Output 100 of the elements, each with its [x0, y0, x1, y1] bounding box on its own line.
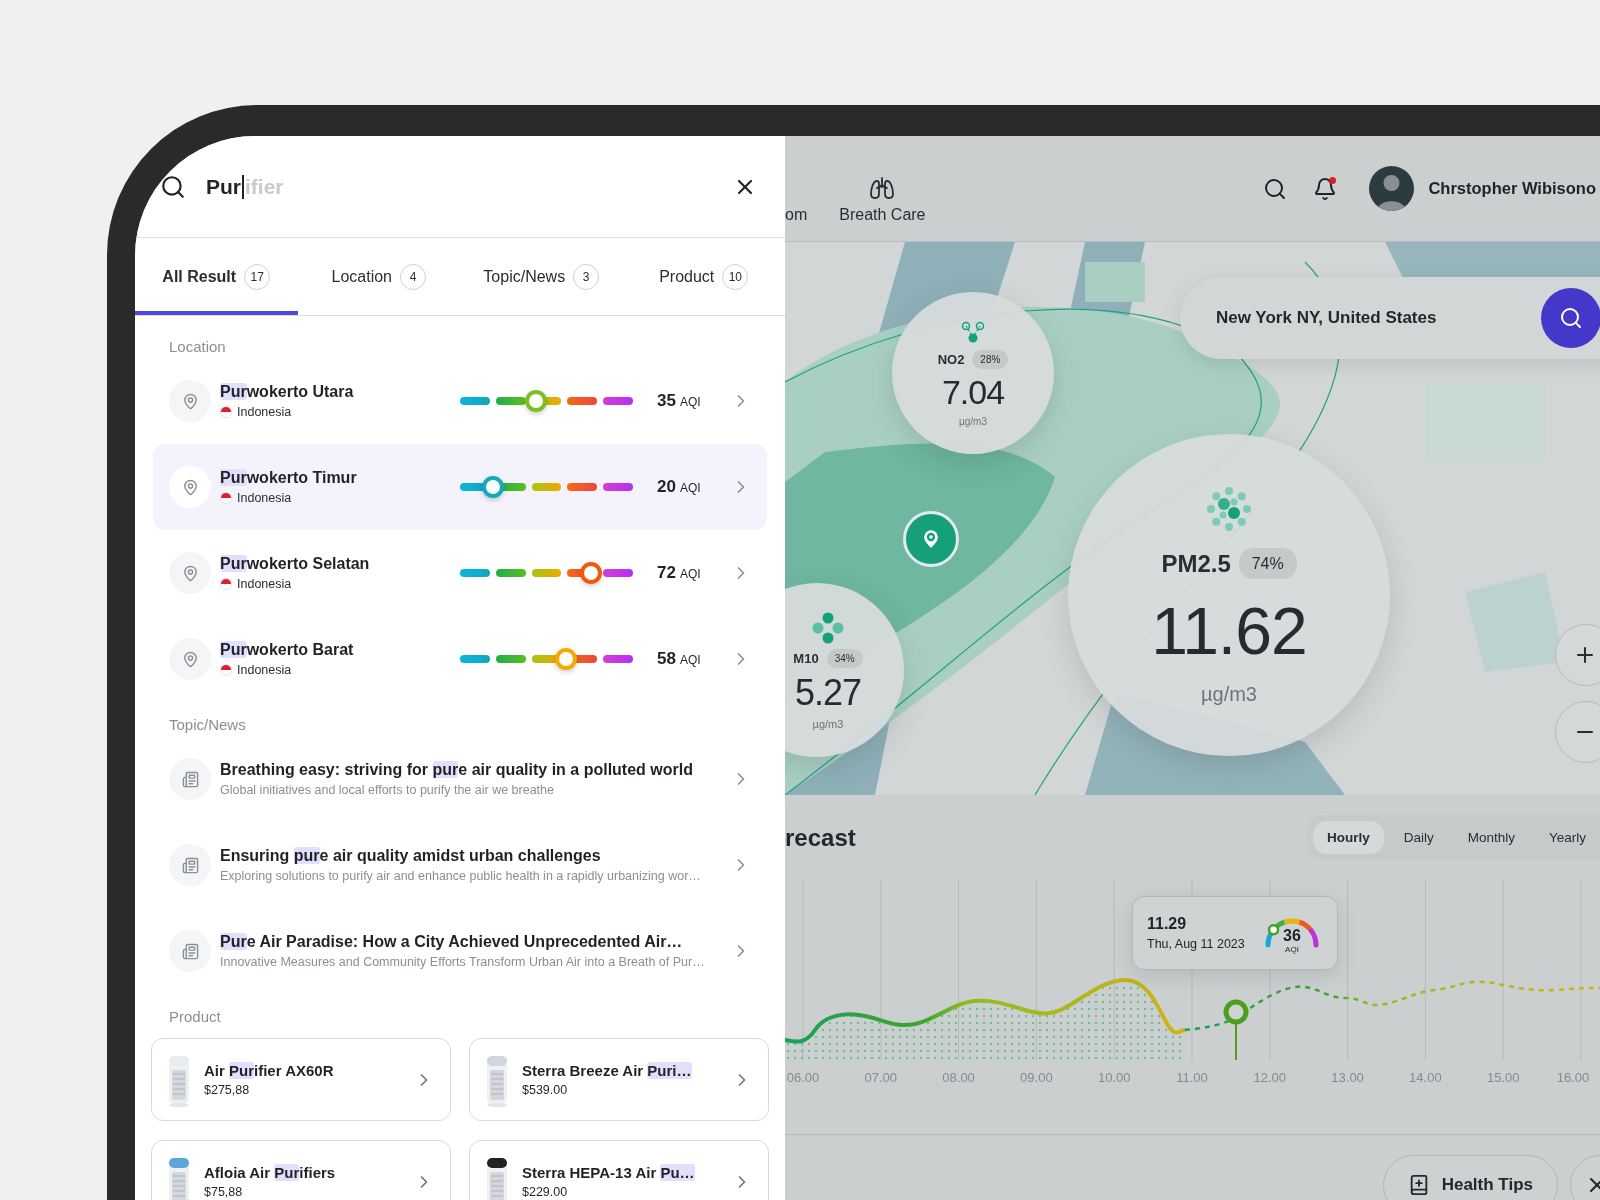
location-name: Purwokerto Selatan — [220, 555, 371, 573]
axis-label: 07.00 — [863, 1070, 899, 1085]
pollutant-name: PM2.5 — [1161, 549, 1231, 578]
aqi-value: 72 — [657, 563, 676, 583]
nav-item[interactable]: om — [785, 153, 808, 224]
period-tab[interactable]: Monthly — [1453, 821, 1529, 854]
period-tab[interactable]: Daily — [1389, 821, 1448, 854]
axis-label: 06.00 — [785, 1070, 821, 1085]
pollutant-unit: µg/m3 — [812, 717, 844, 730]
axis-label: 09.00 — [1019, 1070, 1054, 1085]
product-price: $275,88 — [204, 1083, 251, 1097]
aqi-unit: AQI — [1284, 945, 1300, 954]
aqi-unit: AQI — [679, 653, 701, 667]
aqi-value: 20 — [657, 477, 676, 497]
flag-icon — [220, 664, 232, 676]
product-price: $229.00 — [522, 1185, 569, 1199]
country-name: Indonesia — [237, 663, 292, 677]
location-result[interactable]: Purwokerto Timur Indonesia 20 AQI — [153, 444, 767, 530]
pin-icon — [181, 564, 199, 582]
pollutant-percent: 74% — [1238, 548, 1297, 579]
product-name: Air Purifier AX60R — [204, 1062, 335, 1079]
news-result[interactable]: Pure Air Paradise: How a City Achieved Unprecedented Air… Innovative Measures and Community Efforts Transform Urban Air into a Breath of Pur… — [153, 908, 767, 994]
health-tips-button[interactable]: Health Tips — [1382, 1155, 1558, 1200]
search-icon[interactable] — [1263, 176, 1288, 201]
news-title: Ensuring pure air quality amidst urban challenges — [220, 847, 602, 865]
axis-label: 12.00 — [1252, 1070, 1288, 1085]
location-name: Purwokerto Timur — [220, 469, 358, 487]
pin-icon — [181, 650, 199, 668]
axis-label: 11.00 — [1175, 1070, 1209, 1085]
period-tab[interactable]: Yearly — [1534, 821, 1600, 854]
product-name: Sterra HEPA-13 Air Pu… — [522, 1164, 696, 1181]
pollutant-value: 11.62 — [1151, 592, 1307, 669]
search-icon — [1559, 306, 1583, 330]
pollutant-value: 5.27 — [794, 671, 862, 714]
pollutant-unit: µg/m3 — [959, 415, 987, 427]
pollutant-percent: 34% — [826, 648, 863, 668]
minus-icon — [1577, 731, 1593, 733]
lungs-icon — [869, 175, 896, 200]
location-result[interactable]: Purwokerto Utara Indonesia 35 AQI — [153, 358, 767, 444]
aqi-unit: AQI — [679, 567, 701, 581]
news-summary: Exploring solutions to purify air and enhance public health in a rapidly urbanizing wor… — [220, 869, 702, 883]
product-card[interactable]: Sterra HEPA-13 Air Pu… $229.00 — [469, 1140, 769, 1200]
tooltip-time: 11.29 — [1147, 915, 1188, 933]
news-title: Pure Air Paradise: How a City Achieved Unprecedented Air… — [220, 933, 684, 951]
product-name: Afloia Air Purifiers — [204, 1164, 337, 1181]
search-button[interactable] — [1541, 288, 1600, 348]
avatar[interactable] — [1369, 166, 1415, 211]
axis-label: 10.00 — [1096, 1070, 1132, 1085]
newspaper-icon — [181, 942, 199, 960]
location-name: Purwokerto Barat — [220, 641, 355, 659]
nav-item[interactable]: Breath Care — [839, 153, 926, 224]
product-card[interactable]: Afloia Air Purifiers $75,88 — [151, 1140, 451, 1200]
search-field[interactable]: Pur ifier — [206, 174, 713, 199]
country-name: Indonesia — [237, 491, 292, 505]
aqi-value: 58 — [657, 649, 676, 669]
location-search-field[interactable]: New York NY, United States — [1180, 277, 1600, 359]
pollutant-name: M10 — [793, 650, 819, 666]
news-title: Breathing easy: striving for pure air quality in a polluted world — [220, 761, 694, 779]
country-name: Indonesia — [237, 405, 292, 419]
section-title: recast — [785, 823, 856, 852]
aqi-unit: AQI — [679, 395, 701, 409]
aqi-unit: AQI — [679, 481, 701, 495]
pollutant-name: NO2 — [937, 351, 965, 367]
pin-icon — [181, 478, 199, 496]
news-result[interactable]: Ensuring pure air quality amidst urban challenges Exploring solutions to purify air and enhance public health in a rapidly urbanizing wor… — [153, 822, 767, 908]
tooltip-date: Thu, Aug 11 2023 — [1147, 937, 1246, 951]
user-name[interactable]: Chrstopher Wibisono — [1428, 179, 1596, 198]
aqi-value: 35 — [657, 391, 676, 411]
product-name: Sterra Breeze Air Puri… — [522, 1062, 693, 1079]
product-price: $539.00 — [522, 1083, 569, 1097]
news-summary: Global initiatives and local efforts to purify the air we breathe — [220, 783, 555, 797]
pollutant-unit: µg/m3 — [1201, 682, 1257, 706]
period-tab[interactable]: Hourly — [1312, 821, 1384, 854]
section-label: Product — [168, 1007, 222, 1027]
pollutant-percent: 28% — [972, 349, 1009, 369]
section-label: Topic/News — [168, 715, 247, 735]
bell-icon[interactable] — [1313, 176, 1338, 201]
product-card[interactable]: Air Purifier AX60R $275,88 — [151, 1038, 451, 1121]
particles-icon — [811, 610, 845, 645]
filter-tab[interactable]: All Result 17 — [135, 238, 298, 315]
filter-tab[interactable]: Location 4 — [297, 238, 460, 315]
product-price: $75,88 — [204, 1185, 244, 1199]
product-card[interactable]: Sterra Breeze Air Puri… $539.00 — [469, 1038, 769, 1121]
newspaper-icon — [181, 770, 199, 788]
flag-icon — [220, 406, 232, 418]
axis-label: 08.00 — [941, 1070, 976, 1085]
location-result[interactable]: Purwokerto Barat Indonesia 58 AQI — [153, 616, 767, 702]
flag-icon — [220, 492, 232, 504]
section-label: Location — [168, 337, 227, 357]
location-name: Purwokerto Utara — [220, 383, 355, 401]
axis-label: 13.00 — [1330, 1070, 1365, 1085]
news-result[interactable]: Breathing easy: striving for pure air quality in a polluted world Global initiatives and local efforts to purify the air we breathe — [153, 736, 767, 822]
filter-tab[interactable]: Product 10 — [622, 238, 785, 315]
axis-label: 16.00 — [1555, 1070, 1591, 1085]
pollutant-value: 7.04 — [941, 372, 1005, 412]
location-result[interactable]: Purwokerto Selatan Indonesia 72 AQI — [153, 530, 767, 616]
axis-label: 15.00 — [1485, 1070, 1521, 1085]
search-icon — [160, 173, 186, 200]
filter-tab[interactable]: Topic/News 3 — [460, 238, 623, 315]
flag-icon — [220, 578, 232, 590]
